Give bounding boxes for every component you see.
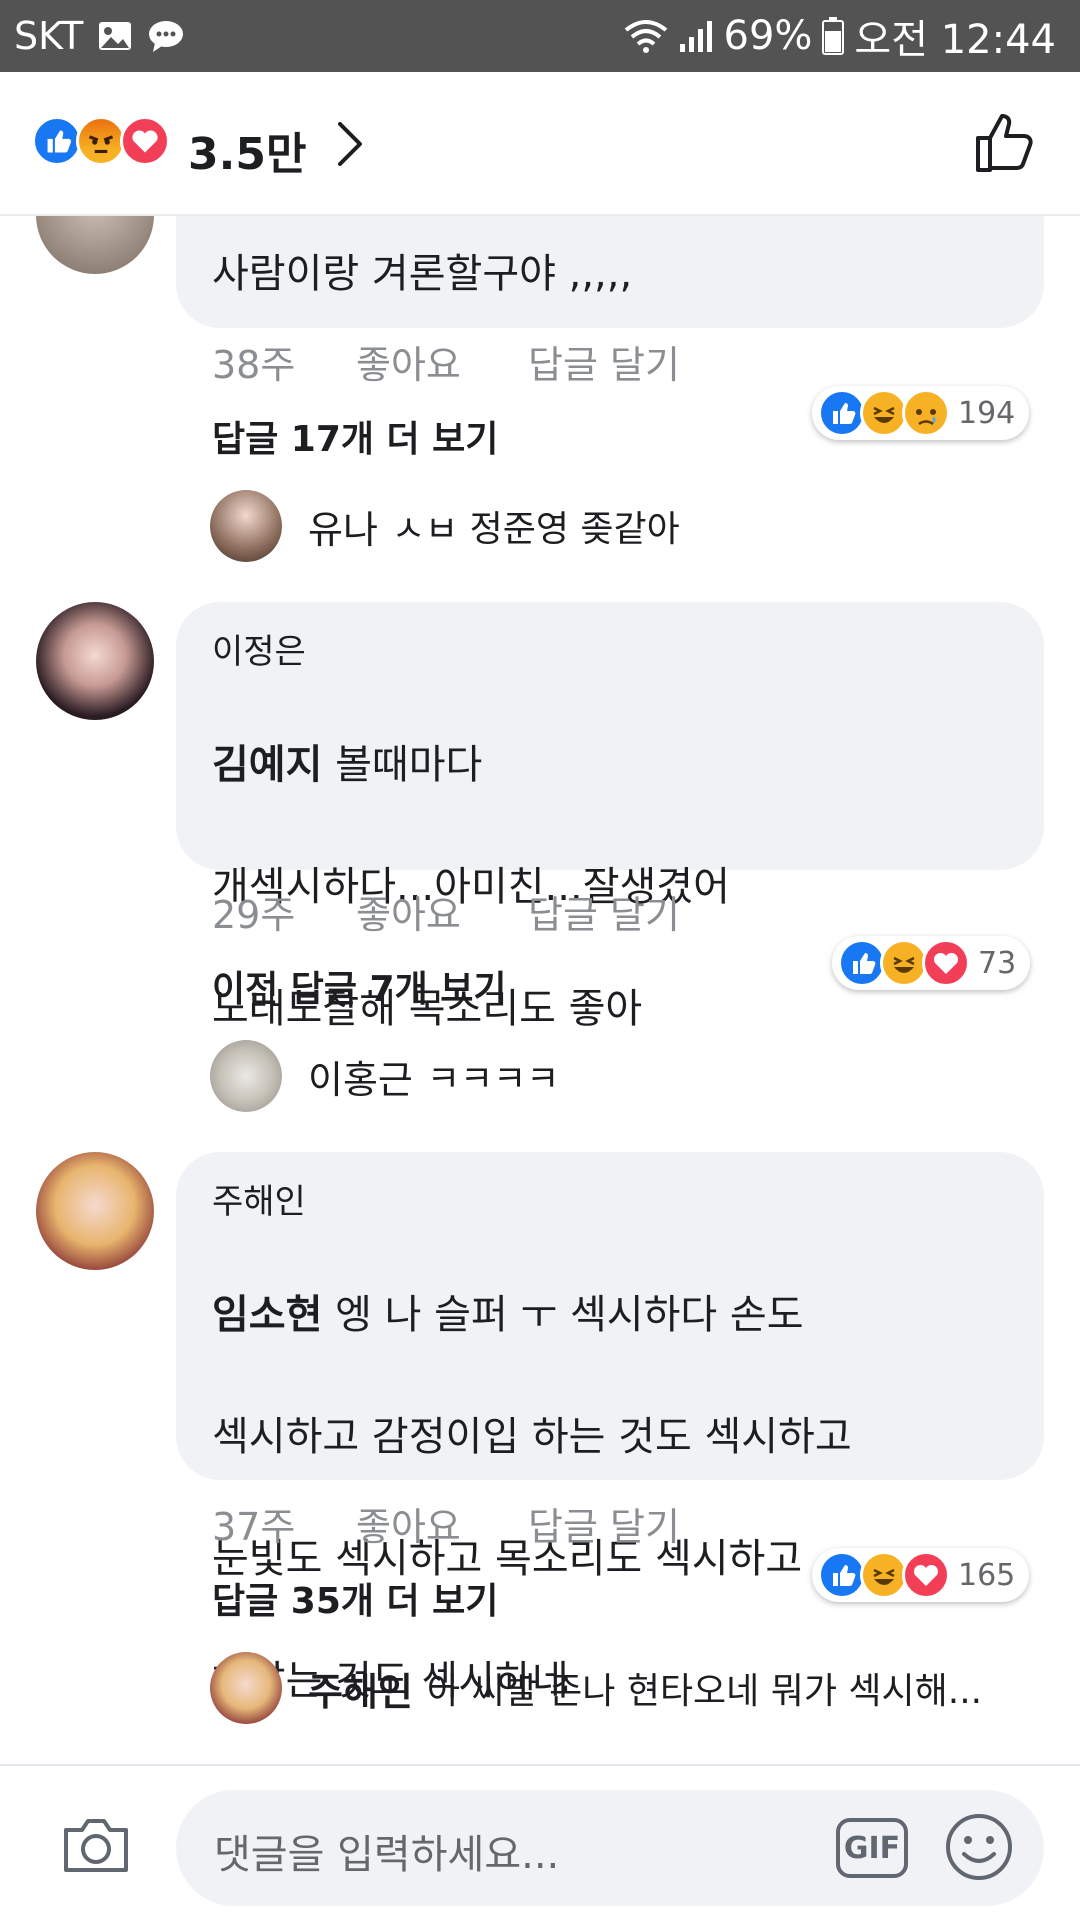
laugh-reaction-icon xyxy=(880,939,928,987)
laugh-reaction-icon xyxy=(860,1551,908,1599)
avatar[interactable] xyxy=(210,1040,282,1112)
comment-text-line: 볼때마다 xyxy=(322,742,483,788)
clock: 오전 12:44 xyxy=(854,17,1056,63)
reply-preview[interactable]: 주해인 아 씨발 존나 현타오네 뭐가 섹시해... xyxy=(210,1652,982,1724)
comment-text: 사람이랑 겨론할구야 ,,,,, xyxy=(212,251,633,297)
comment-time: 38주 xyxy=(212,343,296,387)
like-link[interactable]: 좋아요 xyxy=(356,884,528,939)
reply-link[interactable]: 답글 달기 xyxy=(528,1496,680,1551)
sad-reaction-icon xyxy=(902,389,950,437)
avatar[interactable] xyxy=(36,1152,154,1270)
like-reaction-icon xyxy=(838,939,886,987)
reaction-summary[interactable]: 165 xyxy=(812,1548,1030,1602)
comment-text-line: 섹시하고 감정이입 하는 것도 섹시하고 xyxy=(212,1414,852,1460)
comment-bubble[interactable]: 주해인 임소현 엥 나 슬퍼 ㅜ 섹시하다 손도 섹시하고 감정이입 하는 것도… xyxy=(176,1152,1044,1704)
reply-author[interactable]: 주해인 xyxy=(308,1661,413,1716)
like-reaction-icon xyxy=(818,1551,866,1599)
carrier-label: SKT xyxy=(14,14,84,58)
gif-button[interactable]: GIF xyxy=(836,1818,908,1878)
chat-bubble-icon xyxy=(147,19,185,53)
like-link[interactable]: 좋아요 xyxy=(356,334,528,389)
reply-link[interactable]: 답글 달기 xyxy=(528,884,680,939)
chevron-right-icon[interactable] xyxy=(330,116,370,172)
smiley-icon[interactable] xyxy=(944,1812,1014,1882)
love-reaction-icon xyxy=(922,939,970,987)
comment-meta: 29주 좋아요 답글 달기 xyxy=(212,884,680,939)
view-more-replies-link[interactable]: 답글 17개 더 보기 xyxy=(212,410,498,462)
comment-author[interactable]: 이정은 xyxy=(212,624,306,673)
reply-text: ㅋㅋㅋㅋ xyxy=(426,1059,560,1100)
reaction-summary[interactable]: 73 xyxy=(832,936,1031,990)
reactions-header: 3.5만 xyxy=(0,72,1080,216)
status-bar: SKT 69% 오전 12:44 xyxy=(0,0,1080,72)
love-reaction-icon xyxy=(902,1551,950,1599)
love-reaction-icon xyxy=(120,116,170,166)
reaction-total[interactable]: 3.5만 xyxy=(188,118,306,182)
reply-text: 아 씨발 존나 현타오네 뭐가 섹시해... xyxy=(426,1671,983,1712)
battery-icon xyxy=(822,17,845,55)
reaction-summary[interactable]: 194 xyxy=(812,386,1030,440)
reaction-count: 194 xyxy=(958,395,1016,431)
comment-input-placeholder[interactable]: 댓글을 입력하세요... xyxy=(214,1822,559,1880)
like-link[interactable]: 좋아요 xyxy=(356,1496,528,1551)
like-button-icon[interactable] xyxy=(972,108,1040,176)
comment-text-line: 엥 나 슬퍼 ㅜ 섹시하다 손도 xyxy=(322,1292,804,1338)
battery-percent: 69% xyxy=(723,13,813,59)
angry-reaction-icon xyxy=(76,116,126,166)
reply-text: ㅅㅂ 정준영 좆같아 xyxy=(391,509,680,550)
reply-author[interactable]: 유나 xyxy=(308,499,378,554)
view-more-replies-link[interactable]: 답글 35개 더 보기 xyxy=(212,1572,498,1624)
comment-bubble[interactable]: 이정은 김예지 볼때마다 개섹시하다...아미친...잘생겼어 노래도잘해 목소… xyxy=(176,602,1044,1032)
reply-preview[interactable]: 이홍근 ㅋㅋㅋㅋ xyxy=(210,1040,559,1112)
laugh-reaction-icon xyxy=(860,389,908,437)
reply-author[interactable]: 이홍근 xyxy=(308,1049,413,1104)
signal-icon xyxy=(678,18,714,54)
comment-composer: 댓글을 입력하세요... GIF xyxy=(0,1764,1080,1920)
comment-author[interactable]: 주해인 xyxy=(212,1174,306,1223)
comment-time: 29주 xyxy=(212,893,296,937)
comments-sheet: 사람이랑 겨론할구야 ,,,,, 38주 좋아요 답글 달기 194 답글 17… xyxy=(0,72,1080,1920)
tagged-user[interactable]: 임소현 xyxy=(212,1292,322,1338)
image-icon xyxy=(97,20,133,52)
camera-icon[interactable] xyxy=(60,1816,132,1876)
avatar[interactable] xyxy=(210,490,282,562)
reply-link[interactable]: 답글 달기 xyxy=(528,334,680,389)
avatar[interactable] xyxy=(36,602,154,720)
like-reaction-icon xyxy=(32,116,82,166)
wifi-icon xyxy=(624,18,668,54)
reaction-count: 73 xyxy=(978,945,1017,981)
header-reactions[interactable] xyxy=(32,116,170,166)
reaction-count: 165 xyxy=(958,1557,1016,1593)
view-previous-replies-link[interactable]: 이전 답글 7개 보기 xyxy=(212,960,507,1012)
comment-meta: 37주 좋아요 답글 달기 xyxy=(212,1496,680,1551)
comment-meta: 38주 좋아요 답글 달기 xyxy=(212,334,680,389)
tagged-user[interactable]: 김예지 xyxy=(212,742,322,788)
reply-preview[interactable]: 유나 ㅅㅂ 정준영 좆같아 xyxy=(210,490,680,562)
like-reaction-icon xyxy=(818,389,866,437)
avatar[interactable] xyxy=(210,1652,282,1724)
comment-time: 37주 xyxy=(212,1505,296,1549)
comment-input[interactable]: 댓글을 입력하세요... GIF xyxy=(176,1790,1044,1906)
